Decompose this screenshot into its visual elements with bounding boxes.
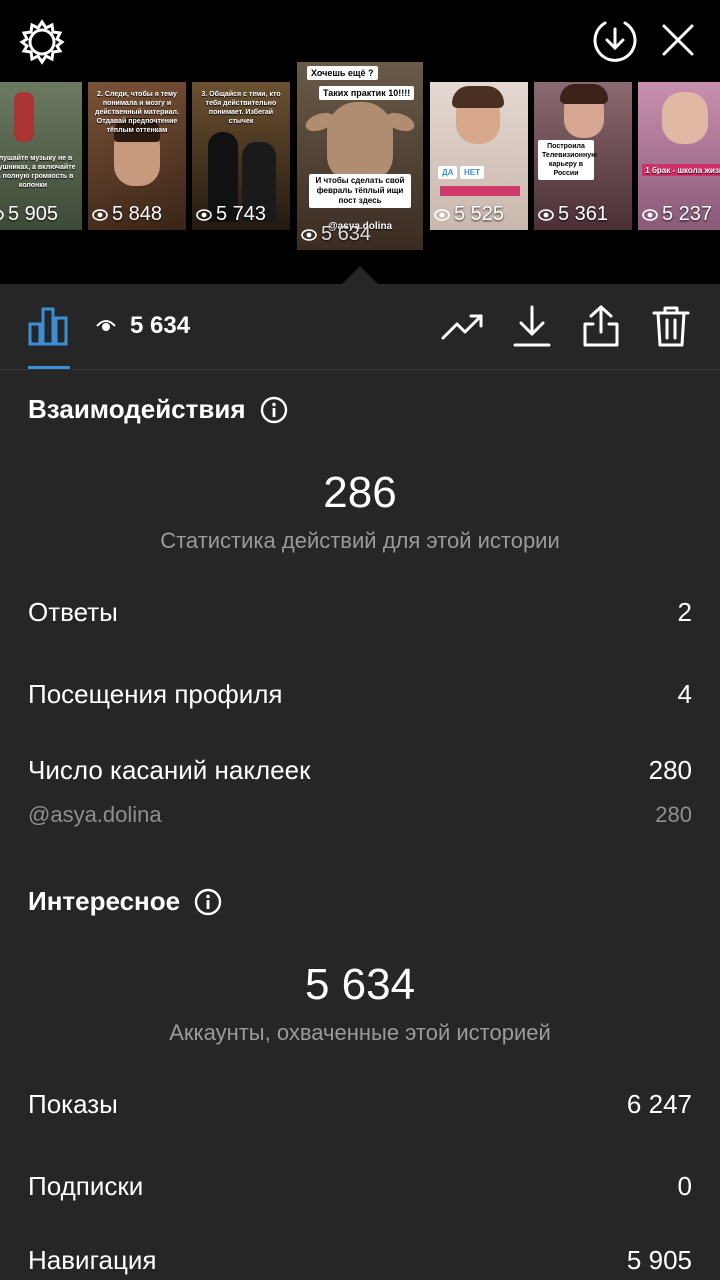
interactions-subtitle: Статистика действий для этой истории: [160, 528, 560, 553]
discovery-subtitle: Аккаунты, охваченные этой историей: [169, 1020, 551, 1045]
story-thumbnail[interactable]: 2. Следи, чтобы я тему понимала и мозгу …: [88, 82, 186, 230]
story-sticker: Хочешь ещё ?: [307, 66, 378, 80]
eye-icon: [301, 228, 317, 241]
sticker-taps-row: Число касаний наклеек 280: [28, 755, 692, 786]
selected-story-pointer: [342, 266, 378, 284]
eye-icon: [434, 208, 450, 221]
sticker-mention-row: @asya.dolina 280: [28, 802, 692, 828]
row-label: Навигация: [28, 1245, 157, 1275]
row-value: 2: [677, 597, 692, 627]
eye-icon: [0, 209, 4, 220]
story-thumbnail[interactable]: 3. Общайся с теми, кто тебя действительн…: [192, 82, 290, 230]
row-label: Ответы: [28, 597, 118, 627]
story-caption: Слушайте музыку не в наушниках, а включа…: [0, 155, 76, 189]
close-icon[interactable]: [656, 18, 700, 62]
row-label: Посещения профиля: [28, 679, 283, 709]
story-thumbnail-selected[interactable]: Хочешь ещё ? Таких практик 10!!!! И чтоб…: [297, 62, 423, 250]
row-value: 280: [655, 802, 692, 827]
row-label: Показы: [28, 1089, 118, 1119]
settings-gear-icon[interactable]: [18, 18, 66, 66]
insights-toolbar: 5 634: [0, 284, 720, 370]
row-value: 0: [677, 1171, 692, 1201]
story-sticker: Построила Телевизионную карьеру в России: [538, 140, 597, 180]
navigation-row[interactable]: Навигация 5 905: [28, 1245, 692, 1276]
story-caption: 1 брак - школа жизни: [645, 166, 720, 175]
story-view-count: 5 525: [434, 203, 504, 226]
story-caption: 3. Общайся с теми, кто тебя действительн…: [201, 91, 281, 125]
toolbar-view-count: 5 634: [96, 312, 190, 340]
accounts-reached-total: 5 634: [304, 960, 416, 1009]
row-value: 6 247: [626, 1089, 692, 1119]
trash-icon[interactable]: [648, 302, 694, 350]
eye-icon: [196, 208, 212, 221]
discovery-section-title: Интересное: [28, 886, 222, 917]
story-preview-strip: Слушайте музыку не в наушниках, а включа…: [0, 0, 720, 284]
active-tab-indicator: [28, 366, 70, 369]
row-label: Число касаний наклеек: [28, 755, 311, 785]
story-sticker: Таких практик 10!!!!: [319, 86, 415, 100]
row-value: 280: [648, 755, 692, 785]
interactions-section-title: Взаимодействия: [28, 394, 288, 425]
row-value: 5 905: [626, 1245, 692, 1275]
poll-no-option: НЕТ: [460, 166, 484, 179]
eye-icon: [96, 320, 116, 331]
row-value: 4: [677, 679, 692, 709]
poll-yes-option: ДА: [438, 166, 458, 179]
eye-icon: [538, 208, 554, 221]
story-view-count: 5 848: [92, 203, 162, 226]
trending-up-icon[interactable]: [440, 306, 486, 348]
row-label: @asya.dolina: [28, 802, 162, 827]
share-icon[interactable]: [578, 302, 624, 350]
save-story-icon[interactable]: [590, 16, 640, 66]
story-view-count: 5 743: [196, 203, 266, 226]
follows-row: Подписки 0: [28, 1171, 692, 1202]
story-thumbnail-carousel[interactable]: Слушайте музыку не в наушниках, а включа…: [0, 62, 720, 262]
story-sticker: И чтобы сделать свой февраль тёплый ищи …: [309, 174, 411, 208]
story-caption: 2. Следи, чтобы я тему понимала и мозгу …: [95, 91, 179, 134]
row-label: Подписки: [28, 1171, 144, 1201]
impressions-row: Показы 6 247: [28, 1089, 692, 1120]
download-icon[interactable]: [510, 302, 554, 350]
story-view-count: 5 361: [538, 203, 608, 226]
story-view-count: 5 905: [0, 203, 58, 226]
story-thumbnail[interactable]: 1 брак - школа жизни 5 237: [638, 82, 720, 230]
insights-bar-chart-icon[interactable]: [26, 304, 70, 348]
interactions-total: 286: [323, 468, 397, 517]
eye-icon: [642, 208, 658, 221]
story-thumbnail[interactable]: ДА НЕТ 5 525: [430, 82, 528, 230]
profile-visits-row: Посещения профиля 4: [28, 679, 692, 710]
story-thumbnail[interactable]: Слушайте музыку не в наушниках, а включа…: [0, 82, 82, 230]
story-view-count: 5 237: [642, 203, 712, 226]
story-view-count: 5 634: [301, 223, 371, 246]
info-icon[interactable]: [194, 888, 222, 916]
replies-row: Ответы 2: [28, 597, 692, 628]
story-thumbnail[interactable]: Построила Телевизионную карьеру в России…: [534, 82, 632, 230]
info-icon[interactable]: [260, 396, 288, 424]
eye-icon: [92, 208, 108, 221]
